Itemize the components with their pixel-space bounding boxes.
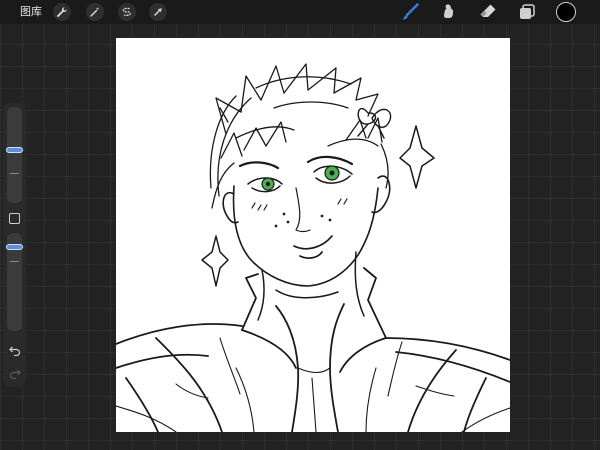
wrench-icon: [57, 7, 67, 17]
magic-wand-icon: [90, 7, 100, 17]
smudge-icon: [443, 4, 454, 18]
adjustments-button[interactable]: [86, 3, 104, 21]
layers-icon: [520, 4, 535, 19]
modify-button[interactable]: [9, 213, 20, 224]
top-toolbar: 图库: [0, 0, 600, 24]
opacity-thumb[interactable]: [6, 244, 23, 250]
smudge-tool-button[interactable]: [438, 2, 460, 22]
sketch-artwork: [116, 63, 510, 432]
transform-button[interactable]: [149, 3, 167, 21]
eraser-icon: [480, 4, 496, 17]
brush-size-slider[interactable]: [6, 107, 23, 203]
drawing-canvas[interactable]: [116, 38, 510, 432]
gallery-button[interactable]: 图库: [20, 4, 42, 20]
undo-icon: [9, 346, 21, 356]
selection-s-icon: [122, 7, 131, 16]
brush-tool-button[interactable]: [399, 2, 421, 22]
layers-button[interactable]: [516, 2, 538, 22]
sidebar: [3, 103, 26, 387]
brush-icon: [402, 3, 419, 20]
brush-size-thumb[interactable]: [6, 147, 23, 153]
arrow-cursor-icon: [154, 8, 162, 16]
slider-tick: [10, 173, 19, 174]
eraser-tool-button[interactable]: [477, 2, 499, 22]
slider-tick: [10, 261, 19, 262]
selection-button[interactable]: [118, 3, 136, 21]
redo-button[interactable]: [7, 367, 23, 381]
undo-button[interactable]: [7, 344, 23, 358]
actions-button[interactable]: [53, 3, 71, 21]
color-picker-button[interactable]: [556, 2, 576, 22]
opacity-slider[interactable]: [6, 233, 23, 331]
redo-icon: [9, 369, 21, 379]
